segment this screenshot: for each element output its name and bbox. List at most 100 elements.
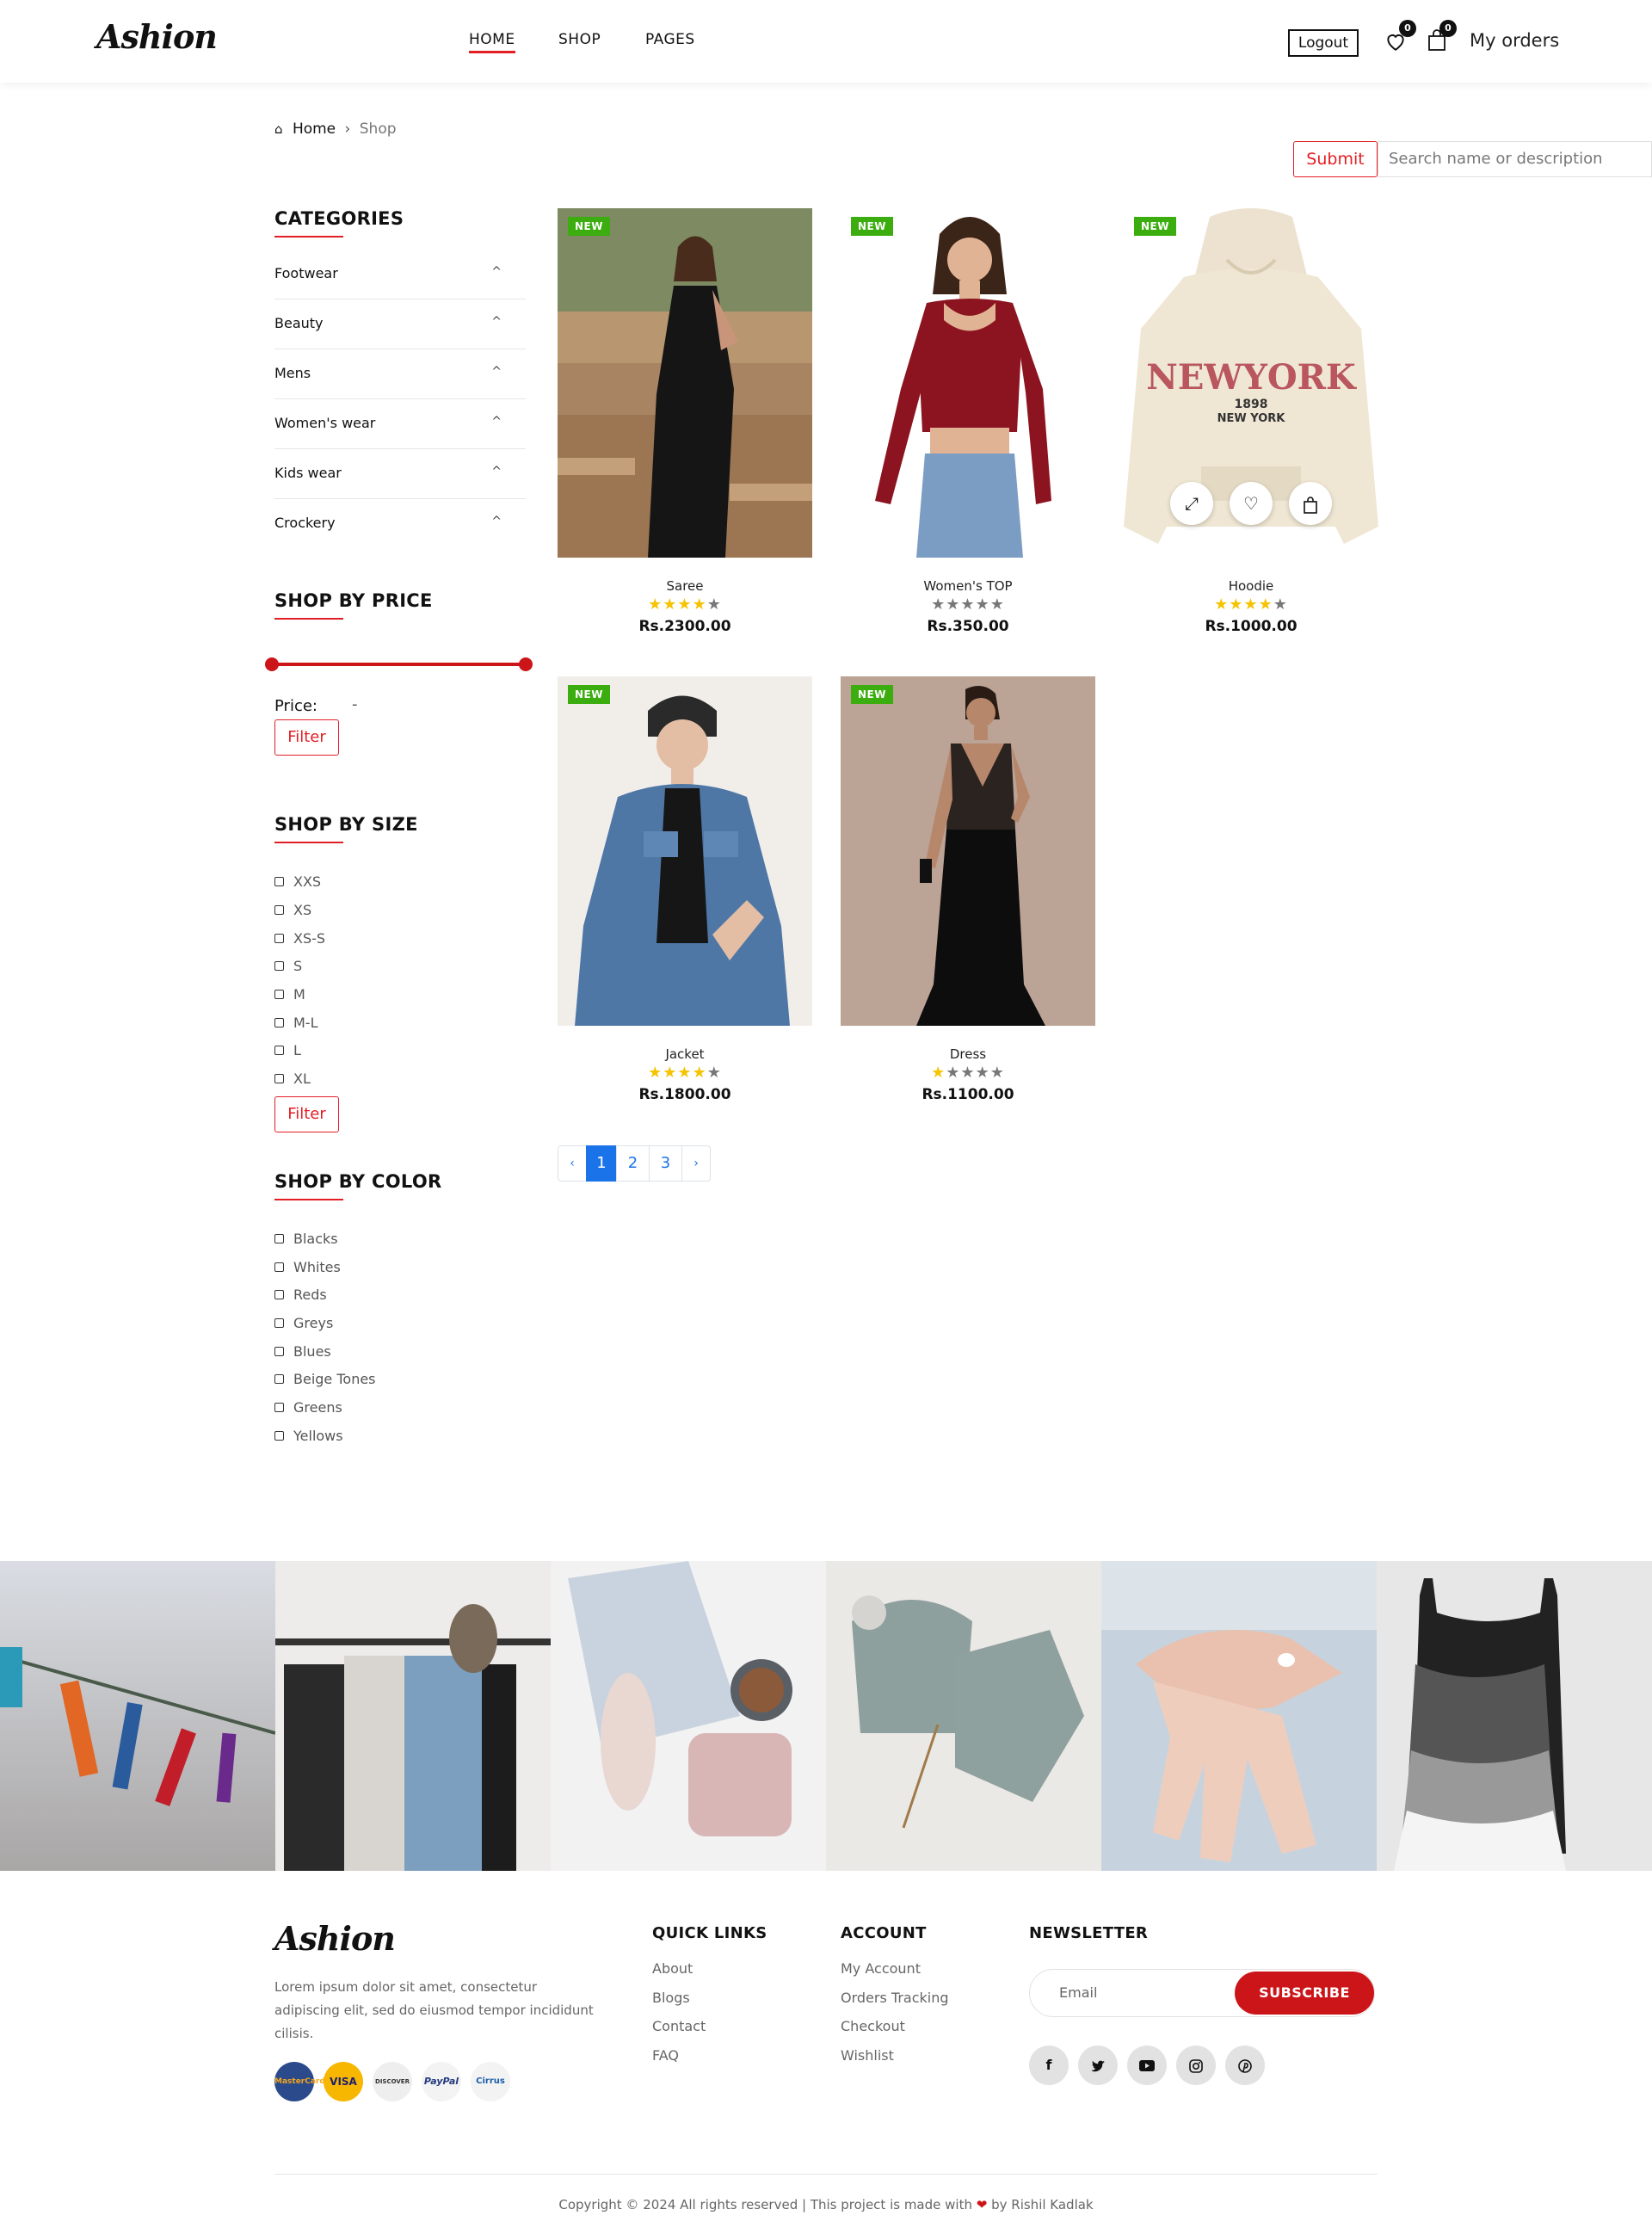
nav-shop[interactable]: SHOP xyxy=(558,31,601,48)
product-image-saree[interactable]: NEW xyxy=(558,208,812,558)
nav-active-underline xyxy=(469,51,515,53)
gallery-image-knitting[interactable] xyxy=(551,1561,826,1871)
footer-logo[interactable]: Ashion xyxy=(274,1919,396,1958)
footer-link-blogs[interactable]: Blogs xyxy=(652,1990,690,2006)
wishlist-icon[interactable]: 0 xyxy=(1384,20,1416,54)
category-crockery[interactable]: Crockery ^ xyxy=(274,499,526,549)
cart-icon[interactable]: 0 xyxy=(1427,20,1457,53)
footer-link-faq[interactable]: FAQ xyxy=(652,2047,679,2064)
checkbox[interactable] xyxy=(274,1403,284,1412)
gallery-image-tank-tops[interactable] xyxy=(1377,1561,1652,1871)
instagram-icon[interactable] xyxy=(1176,2046,1216,2085)
checkbox[interactable] xyxy=(274,1262,284,1272)
checkbox[interactable] xyxy=(274,1046,284,1055)
checkbox[interactable] xyxy=(274,905,284,915)
product-card-saree[interactable]: NEW Saree ★★★★★ Rs.2300.00 xyxy=(558,208,812,647)
product-price: Rs.350.00 xyxy=(927,618,1009,635)
category-womens-wear[interactable]: Women's wear ^ xyxy=(274,399,526,449)
product-image-womens-top[interactable]: NEW xyxy=(841,208,1095,558)
twitter-icon[interactable] xyxy=(1078,2046,1118,2085)
product-name[interactable]: Saree xyxy=(558,578,812,594)
checkbox[interactable] xyxy=(274,1374,284,1384)
my-orders-link[interactable]: My orders xyxy=(1470,30,1559,51)
checkbox[interactable] xyxy=(274,1431,284,1441)
nav-home[interactable]: HOME xyxy=(469,31,515,53)
product-name[interactable]: Hoodie xyxy=(1124,578,1378,594)
pagination-next[interactable]: › xyxy=(681,1145,711,1182)
shopping-bag-icon[interactable] xyxy=(1289,482,1332,525)
checkbox[interactable] xyxy=(274,1074,284,1083)
pagination-prev[interactable]: ‹ xyxy=(558,1145,587,1182)
color-title: SHOP BY COLOR xyxy=(274,1171,441,1200)
category-mens[interactable]: Mens ^ xyxy=(274,349,526,399)
product-image-hoodie[interactable]: NEWYORK 1898 NEW YORK NEW ⤢ ♡ xyxy=(1124,208,1378,558)
title-underline xyxy=(274,842,343,843)
price-slider-max-handle[interactable] xyxy=(519,657,533,671)
search-input[interactable]: Search name or description xyxy=(1378,141,1652,177)
product-name[interactable]: Dress xyxy=(841,1046,1095,1062)
footer-link-orders-tracking[interactable]: Orders Tracking xyxy=(841,1990,949,2006)
gallery-image-baby-knit[interactable] xyxy=(826,1561,1101,1871)
checkbox[interactable] xyxy=(274,1347,284,1356)
newsletter-email-input[interactable]: Email xyxy=(1059,1984,1097,2001)
site-logo[interactable]: Ashion xyxy=(96,17,218,56)
product-card-hoodie[interactable]: NEWYORK 1898 NEW YORK NEW ⤢ ♡ Hoodie ★★★… xyxy=(1124,208,1378,647)
checkbox[interactable] xyxy=(274,1018,284,1027)
footer-link-my-account[interactable]: My Account xyxy=(841,1960,921,1977)
product-card-jacket[interactable]: NEW Jacket ★★★★★ Rs.1800.00 xyxy=(558,676,812,1115)
cart-count-badge: 0 xyxy=(1439,20,1457,37)
product-card-womens-top[interactable]: NEW Women's TOP ★★★★★ Rs.350.00 xyxy=(841,208,1095,647)
gallery-image-clothespins[interactable] xyxy=(0,1561,275,1871)
checkbox[interactable] xyxy=(274,934,284,943)
chevron-up-icon: ^ xyxy=(491,515,502,528)
newsletter-title: NEWSLETTER xyxy=(1029,1924,1149,1942)
product-image-dress[interactable]: NEW xyxy=(841,676,1095,1026)
size-filter-button[interactable]: Filter xyxy=(274,1096,339,1132)
product-price: Rs.1800.00 xyxy=(638,1086,731,1103)
price-slider-track[interactable] xyxy=(271,663,527,666)
expand-icon[interactable]: ⤢ xyxy=(1170,482,1213,525)
product-card-dress[interactable]: NEW Dress ★★★★★ Rs.1100.00 xyxy=(841,676,1095,1115)
nav-pages[interactable]: PAGES xyxy=(645,31,695,48)
price-filter-button[interactable]: Filter xyxy=(274,719,339,756)
checkbox[interactable] xyxy=(274,1290,284,1299)
checkbox[interactable] xyxy=(274,990,284,999)
footer-link-wishlist[interactable]: Wishlist xyxy=(841,2047,894,2064)
breadcrumb: ⌂ Home › Shop xyxy=(274,120,397,138)
pagination-page-3[interactable]: 3 xyxy=(649,1145,682,1182)
pagination-page-2[interactable]: 2 xyxy=(616,1145,650,1182)
category-footwear[interactable]: Footwear ^ xyxy=(274,250,526,299)
price-slider-min-handle[interactable] xyxy=(265,657,279,671)
footer-link-contact[interactable]: Contact xyxy=(652,2018,706,2034)
category-kids-wear[interactable]: Kids wear ^ xyxy=(274,449,526,499)
heart-icon[interactable]: ♡ xyxy=(1230,482,1273,525)
category-label: Women's wear xyxy=(274,415,376,431)
facebook-icon[interactable]: f xyxy=(1029,2046,1069,2085)
footer-link-checkout[interactable]: Checkout xyxy=(841,2018,905,2034)
product-rating: ★★★★★ xyxy=(1214,595,1288,614)
youtube-icon[interactable] xyxy=(1127,2046,1167,2085)
product-image-jacket[interactable]: NEW xyxy=(558,676,812,1026)
pagination-page-1[interactable]: 1 xyxy=(586,1145,617,1182)
product-name[interactable]: Jacket xyxy=(558,1046,812,1062)
logout-button[interactable]: Logout xyxy=(1288,29,1359,57)
gallery-image-hand-cream[interactable] xyxy=(1101,1561,1377,1871)
checkbox[interactable] xyxy=(274,961,284,971)
checkbox[interactable] xyxy=(274,1318,284,1328)
breadcrumb-home[interactable]: Home xyxy=(293,120,336,138)
chevron-up-icon: ^ xyxy=(491,265,502,279)
checkbox[interactable] xyxy=(274,877,284,886)
subscribe-button[interactable]: SUBSCRIBE xyxy=(1235,1972,1374,2015)
category-beauty[interactable]: Beauty ^ xyxy=(274,299,526,349)
product-rating: ★★★★★ xyxy=(648,1064,722,1082)
checkbox[interactable] xyxy=(274,1234,284,1243)
size-title-text: SHOP BY SIZE xyxy=(274,814,418,835)
product-price: Rs.1000.00 xyxy=(1205,618,1298,635)
copyright-author: by Rishil Kadlak xyxy=(991,2197,1094,2212)
pinterest-icon[interactable] xyxy=(1225,2046,1265,2085)
gallery-image-clothes-rack[interactable] xyxy=(275,1561,551,1871)
newsletter-form: Email SUBSCRIBE xyxy=(1029,1969,1375,2017)
footer-link-about[interactable]: About xyxy=(652,1960,693,1977)
product-name[interactable]: Women's TOP xyxy=(841,578,1095,594)
search-submit-button[interactable]: Submit xyxy=(1293,141,1378,177)
